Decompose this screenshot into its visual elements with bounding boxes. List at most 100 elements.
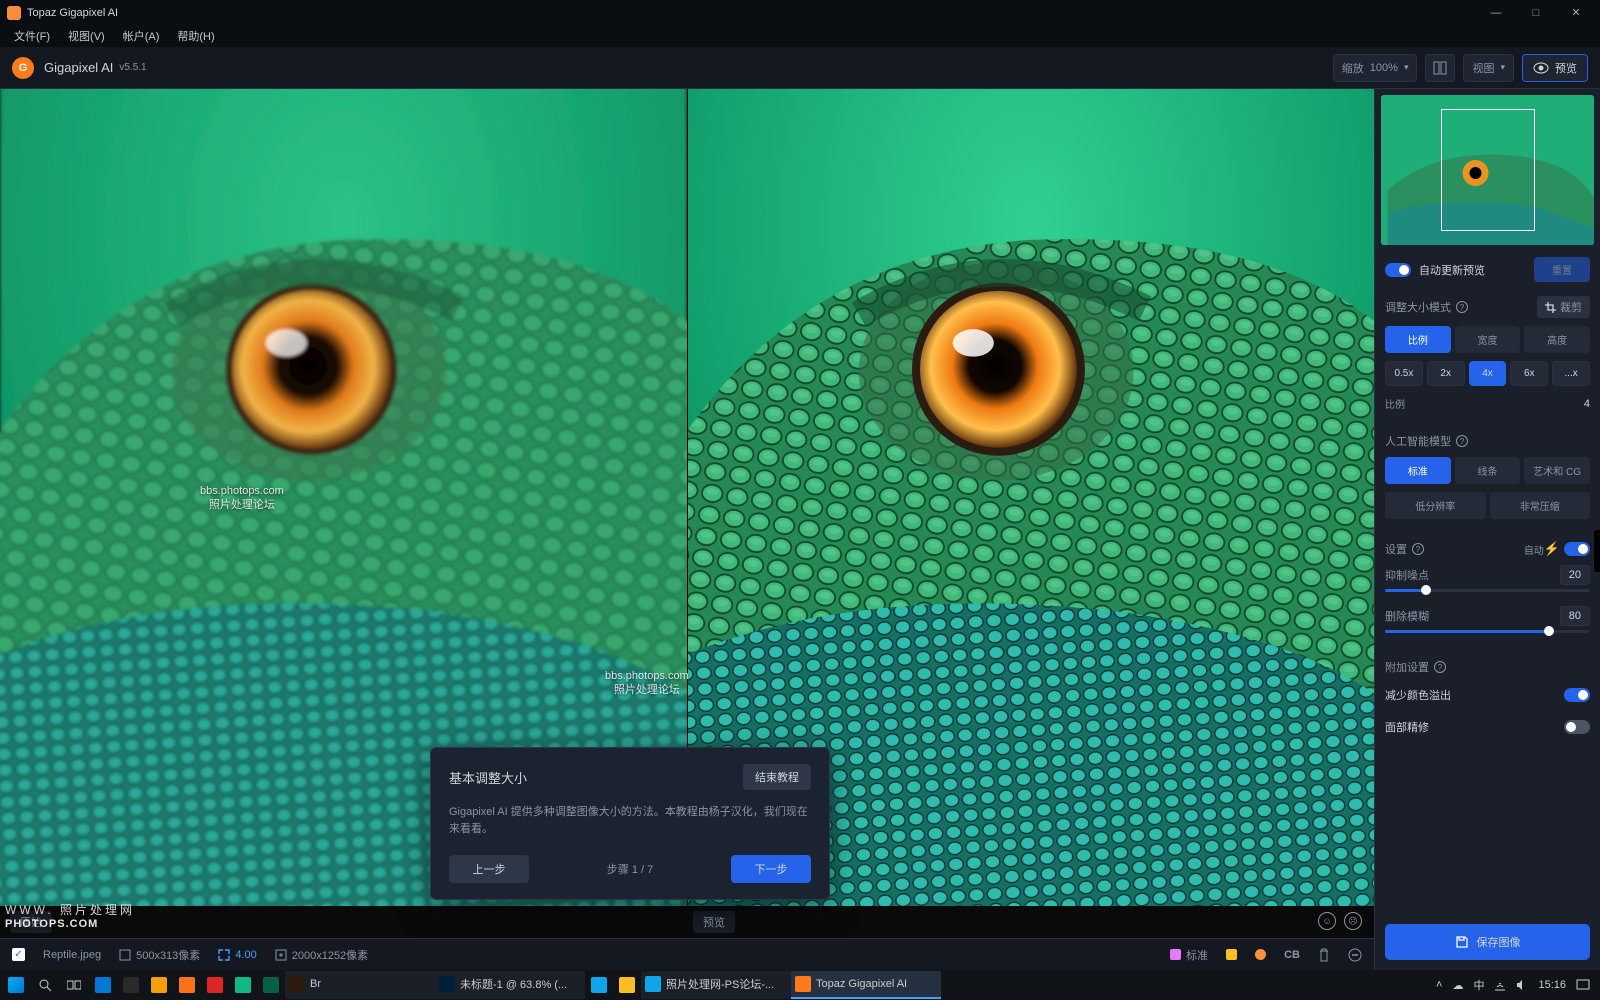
window-close-button[interactable]: ✕: [1556, 0, 1596, 25]
help-icon[interactable]: ?: [1456, 301, 1468, 313]
zoom-dropdown[interactable]: 缩放 100% ▾: [1333, 54, 1418, 82]
model-lines[interactable]: 线条: [1455, 457, 1521, 484]
model-standard[interactable]: 标准: [1385, 457, 1451, 484]
tray-chevron-icon[interactable]: ˄: [1436, 979, 1442, 991]
blur-slider[interactable]: [1385, 630, 1590, 633]
bolt-icon: ⚡: [1544, 541, 1560, 557]
taskbar-app[interactable]: 未标题-1 @ 63.8% (...: [435, 971, 585, 999]
preview-chip: 预览: [693, 911, 735, 933]
view-layout-button[interactable]: [1425, 54, 1455, 82]
save-image-button[interactable]: 保存图像: [1385, 924, 1590, 960]
delete-icon[interactable]: [1318, 948, 1330, 962]
menu-view[interactable]: 视图(V): [60, 26, 113, 46]
start-button[interactable]: [2, 971, 30, 999]
app-icon: [591, 977, 607, 993]
help-icon[interactable]: ?: [1434, 661, 1446, 673]
feedback-icons: ☺ ☹: [1318, 912, 1362, 930]
blur-value[interactable]: 80: [1560, 606, 1590, 626]
taskbar-app[interactable]: [173, 971, 201, 999]
app-version: v5.5.1: [119, 62, 146, 73]
taskbar-app[interactable]: [229, 971, 257, 999]
scale-custom[interactable]: ...x: [1552, 361, 1590, 386]
tray-cloud-icon[interactable]: ☁: [1452, 979, 1463, 992]
taskbar-app[interactable]: [145, 971, 173, 999]
zoom-label: 缩放: [1342, 60, 1364, 76]
save-icon: [1455, 935, 1469, 949]
tutorial-prev-button[interactable]: 上一步: [449, 855, 529, 883]
app-icon: [235, 977, 251, 993]
original-chip: 原始: [10, 911, 52, 933]
viewer-canvas[interactable]: bbs.photops.com照片处理论坛 bbs.photops.com照片处…: [0, 89, 1374, 938]
app-icon: [645, 976, 661, 992]
noise-value[interactable]: 20: [1560, 565, 1590, 585]
noise-slider[interactable]: [1385, 589, 1590, 592]
tutorial-next-button[interactable]: 下一步: [731, 855, 811, 883]
scale-2x[interactable]: 2x: [1427, 361, 1465, 386]
menu-file[interactable]: 文件(F): [6, 26, 58, 46]
end-tutorial-button[interactable]: 结束教程: [743, 764, 811, 790]
windows-taskbar: Br未标题-1 @ 63.8% (... 照片处理网-PS论坛-...Topaz …: [0, 970, 1600, 1000]
taskbar-app[interactable]: 照片处理网-PS论坛-...: [641, 971, 791, 999]
taskbar-app[interactable]: Topaz Gigapixel AI: [791, 971, 941, 999]
auto-preview-toggle[interactable]: [1385, 263, 1411, 277]
system-tray[interactable]: ˄ ☁ 中 15:16: [1428, 977, 1598, 993]
taskbar-app[interactable]: [585, 971, 613, 999]
smile-icon[interactable]: ☺: [1318, 912, 1336, 930]
app-icon: [123, 977, 139, 993]
reduce-bleed-toggle[interactable]: [1564, 688, 1590, 702]
taskbar-app[interactable]: Br: [285, 971, 435, 999]
source-dim: 500x313像素: [119, 947, 200, 963]
app-header: G Gigapixel AI v5.5.1 缩放 100% ▾ 视图 ▾ 预览: [0, 47, 1600, 89]
crop-button[interactable]: 裁剪: [1537, 296, 1590, 318]
taskbar-app[interactable]: [117, 971, 145, 999]
view-dropdown[interactable]: 视图 ▾: [1463, 54, 1514, 82]
reset-button[interactable]: 重置: [1534, 257, 1590, 282]
menu-account[interactable]: 帐户(A): [115, 26, 168, 46]
volume-icon[interactable]: [1516, 979, 1528, 991]
task-view-button[interactable]: [60, 971, 88, 999]
app-icon: [151, 977, 167, 993]
taskbar-app[interactable]: [89, 971, 117, 999]
preview-toggle-button[interactable]: 预览: [1522, 54, 1588, 82]
menu-help[interactable]: 帮助(H): [169, 26, 222, 46]
scale-6x[interactable]: 6x: [1510, 361, 1548, 386]
remove-icon[interactable]: [1348, 948, 1362, 962]
app-icon: [179, 977, 195, 993]
taskbar-app[interactable]: [257, 971, 285, 999]
auto-settings-toggle[interactable]: [1564, 542, 1590, 556]
taskbar-app[interactable]: [613, 971, 641, 999]
network-icon[interactable]: [1494, 979, 1506, 991]
model-lowres[interactable]: 低分辨率: [1385, 492, 1486, 519]
tab-height[interactable]: 高度: [1524, 326, 1590, 353]
tab-ratio[interactable]: 比例: [1385, 326, 1451, 353]
window-minimize-button[interactable]: —: [1476, 0, 1516, 25]
mode-icon: [1170, 949, 1181, 960]
image-viewer: bbs.photops.com照片处理论坛 bbs.photops.com照片处…: [0, 89, 1374, 970]
scale-4x[interactable]: 4x: [1469, 361, 1507, 386]
help-icon[interactable]: ?: [1456, 435, 1468, 447]
app-name: Gigapixel AI: [44, 60, 113, 75]
auto-label: 自动: [1524, 542, 1544, 557]
navigator-viewport-rect[interactable]: [1441, 109, 1535, 231]
taskbar-search[interactable]: [31, 971, 59, 999]
model-compressed[interactable]: 非常压缩: [1490, 492, 1591, 519]
clock[interactable]: 15:16: [1538, 979, 1566, 991]
navigator-thumbnail[interactable]: [1381, 95, 1594, 245]
help-icon[interactable]: ?: [1412, 543, 1424, 555]
status-icon-2[interactable]: [1255, 949, 1266, 960]
model-art-cg[interactable]: 艺术和 CG: [1524, 457, 1590, 484]
taskbar-app[interactable]: [201, 971, 229, 999]
file-checkbox[interactable]: ✓: [12, 948, 25, 961]
status-icon-1[interactable]: [1226, 949, 1237, 960]
frown-icon[interactable]: ☹: [1344, 912, 1362, 930]
taskview-icon: [67, 979, 81, 991]
tab-width[interactable]: 宽度: [1455, 326, 1521, 353]
face-refine-toggle[interactable]: [1564, 720, 1590, 734]
notifications-icon[interactable]: [1576, 979, 1590, 991]
scale-0-5x[interactable]: 0.5x: [1385, 361, 1423, 386]
sidebar-collapse-handle[interactable]: [1594, 530, 1600, 572]
view-label: 视图: [1472, 60, 1494, 76]
crop-icon: [1545, 302, 1556, 313]
window-maximize-button[interactable]: □: [1516, 0, 1556, 25]
ime-indicator[interactable]: 中: [1473, 977, 1484, 993]
